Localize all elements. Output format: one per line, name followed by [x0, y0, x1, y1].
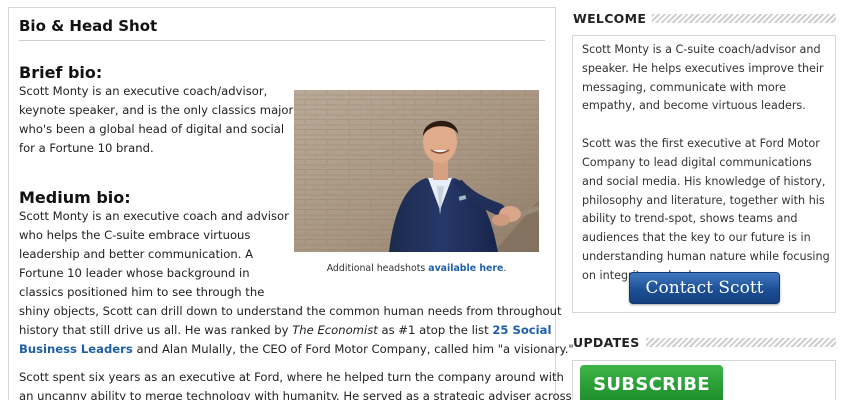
welcome-text: Scott Monty is a C-suite coach/advisor a…	[582, 41, 830, 286]
medium-bio-line: Business Leaders and Alan Mulally, the C…	[19, 340, 574, 359]
welcome-line: Scott was the first executive at Ford Mo…	[582, 137, 820, 151]
headshot-caption: Additional headshots available here.	[294, 263, 539, 274]
welcome-line: Company to lead digital communications	[582, 155, 812, 169]
bio-paragraph-3: Scott spent six years as an executive at…	[19, 368, 572, 400]
welcome-line: speaker. He helps executives improve the…	[582, 61, 824, 75]
headshot-image	[294, 90, 539, 252]
25-social-leaders-link[interactable]: 25 Social	[492, 323, 551, 337]
medium-bio-text-span: history that still drive us all. He was …	[19, 323, 293, 337]
welcome-line: ability to trend-spot, shows teams and	[582, 212, 798, 226]
welcome-line: messaging, communicate with more	[582, 80, 786, 94]
caption-suffix: .	[503, 263, 507, 274]
bio-panel: Bio & Head Shot Brief bio: Scott Monty i…	[8, 7, 574, 400]
welcome-heading: WELCOME	[573, 10, 836, 28]
25-social-leaders-link-cont[interactable]: Business Leaders	[19, 342, 133, 356]
welcome-line: empathy, and become virtuous leaders.	[582, 99, 806, 113]
welcome-line: audiences that the key to our future is …	[582, 231, 811, 245]
medium-bio-line: history that still drive us all. He was …	[19, 321, 574, 340]
headshots-link[interactable]: available here	[428, 263, 503, 274]
bio-line: Scott spent six years as an executive at…	[19, 370, 564, 384]
brief-bio-line: Scott Monty is an executive coach/adviso…	[19, 84, 268, 98]
caption-text: Additional headshots	[326, 263, 429, 274]
welcome-line: philosophy and literature, together with…	[582, 193, 825, 207]
welcome-line: understanding human nature while focusin…	[582, 249, 830, 263]
contact-scott-button[interactable]: Contact Scott	[629, 272, 780, 304]
bio-line: an uncanny ability to merge technology w…	[19, 389, 572, 400]
brief-bio-line: keynote speaker, and is the only classic…	[19, 103, 294, 117]
brief-bio-line: for a Fortune 10 brand.	[19, 141, 154, 155]
medium-bio-line: classics positioned him to see through t…	[19, 285, 265, 299]
brief-bio-line: who's been a global head of digital and …	[19, 122, 285, 136]
welcome-line: and social media. His knowledge of histo…	[582, 174, 826, 188]
title-divider	[19, 40, 545, 41]
medium-bio-heading: Medium bio:	[19, 188, 131, 207]
page-title: Bio & Head Shot	[19, 17, 158, 35]
medium-bio-text-span: as #1 atop the list	[377, 323, 493, 337]
subscribe-button[interactable]: SUBSCRIBE	[580, 365, 723, 400]
headshot-photo	[294, 90, 539, 252]
brief-bio-text: Scott Monty is an executive coach/adviso…	[19, 82, 293, 158]
updates-heading-text: UPDATES	[573, 334, 646, 352]
welcome-line: Scott Monty is a C-suite coach/advisor a…	[582, 43, 821, 56]
welcome-spacer	[582, 116, 830, 135]
welcome-heading-text: WELCOME	[573, 10, 653, 28]
economist-title: The Economist	[292, 323, 378, 337]
updates-heading: UPDATES	[573, 334, 836, 352]
brief-bio-heading: Brief bio:	[19, 63, 103, 82]
medium-bio-text-span: and Alan Mulally, the CEO of Ford Motor …	[132, 342, 574, 356]
medium-bio-line: shiny objects, Scott can drill down to u…	[19, 304, 562, 318]
